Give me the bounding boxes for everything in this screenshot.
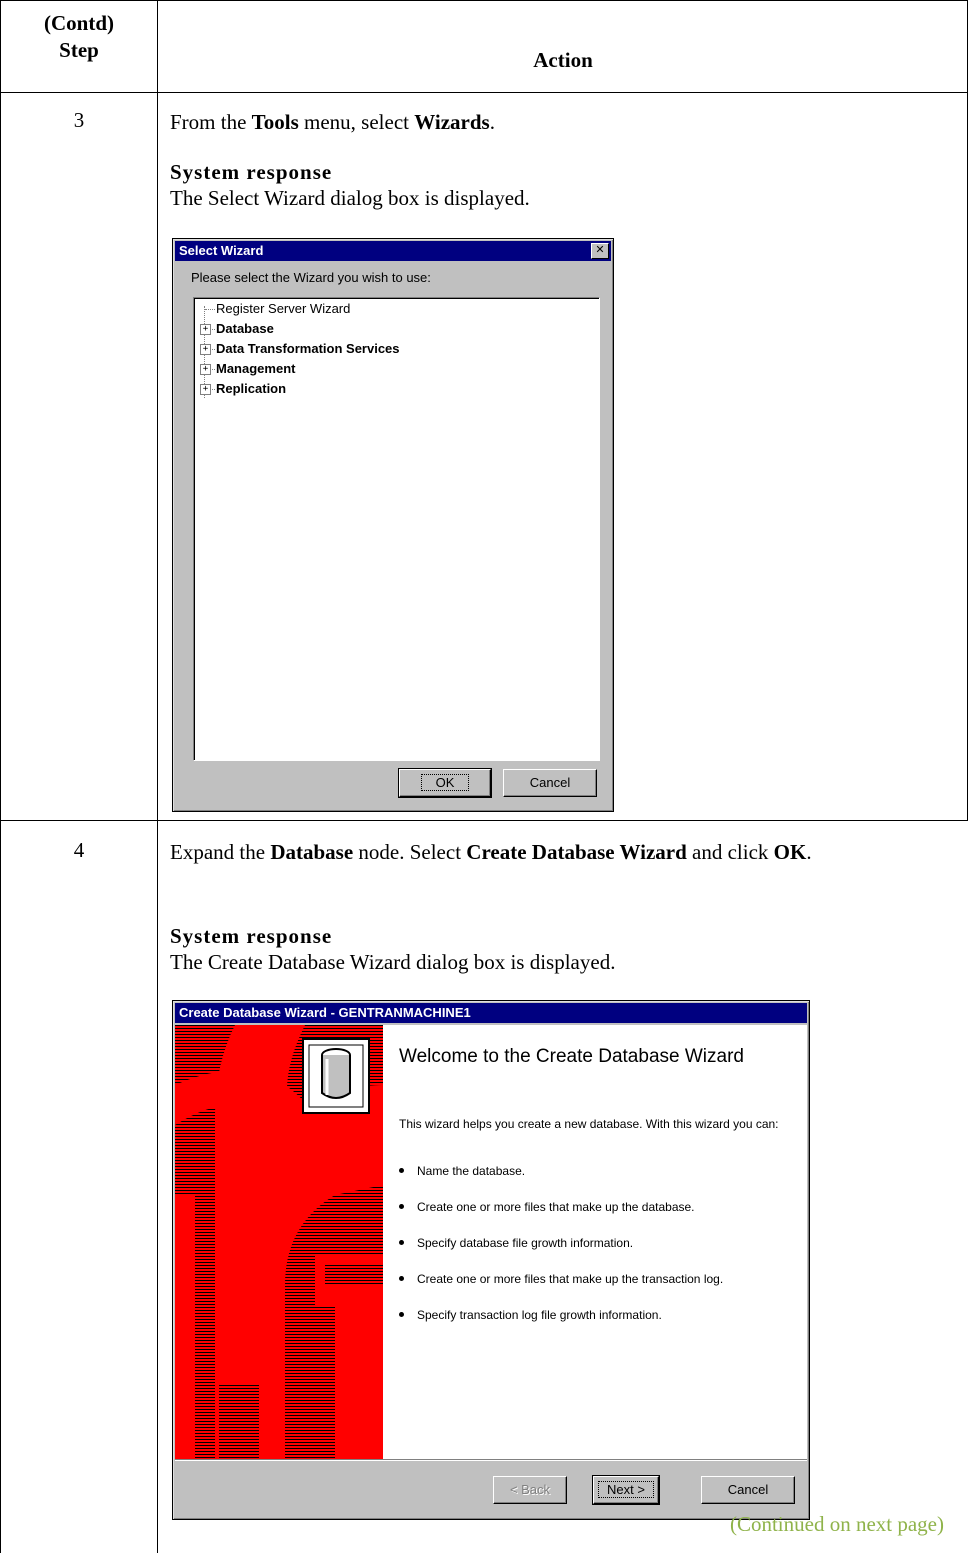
close-icon[interactable]: ✕ xyxy=(591,243,609,259)
system-response-heading: System response xyxy=(170,924,333,948)
step-column-header: (Contd) Step xyxy=(0,10,158,80)
step-number: 3 xyxy=(73,108,85,132)
bullet-icon xyxy=(399,1240,404,1245)
tree-item-label: Data Transformation Services xyxy=(216,341,400,356)
dialog-title: Select Wizard xyxy=(179,243,264,258)
dialog-prompt: Please select the Wizard you wish to use… xyxy=(191,270,431,285)
select-wizard-dialog: Select Wizard ✕ Please select the Wizard… xyxy=(172,238,614,812)
continued-note: (Continued on next page) xyxy=(729,1512,944,1536)
bullet-icon xyxy=(399,1168,404,1173)
tree-branch-line xyxy=(205,309,215,310)
list-item: Name the database. xyxy=(399,1163,525,1178)
system-response-text: The Create Database Wizard dialog box is… xyxy=(170,950,616,974)
dialog-titlebar: Select Wizard ✕ xyxy=(175,241,611,261)
step-header-line2: Step xyxy=(59,38,99,62)
back-button[interactable]: < Back xyxy=(493,1476,567,1504)
wizard-content: Welcome to the Create Database Wizard Th… xyxy=(383,1025,807,1459)
step-instruction: Expand the Database node. Select Create … xyxy=(170,840,812,864)
wizard-artwork xyxy=(175,1025,383,1459)
wizard-button-bar: < Back Next > Cancel xyxy=(175,1459,807,1518)
tree-item-label: Management xyxy=(216,361,296,376)
step-instruction: From the Tools menu, select Wizards. xyxy=(170,110,495,134)
tree-item-label: Register Server Wizard xyxy=(216,301,351,316)
expand-icon[interactable]: + xyxy=(200,384,211,395)
table-border-top xyxy=(0,0,968,1)
tree-item-label: Database xyxy=(216,321,274,336)
ok-button-label: OK xyxy=(420,774,470,791)
wizard-heading: Welcome to the Create Database Wizard xyxy=(399,1046,744,1067)
table-border-left-2 xyxy=(0,820,1,1553)
step-number: 4 xyxy=(73,838,85,862)
cancel-button[interactable]: Cancel xyxy=(701,1476,795,1504)
expand-icon[interactable]: + xyxy=(200,364,211,375)
wizard-tree[interactable]: Register Server Wizard + Database + Data… xyxy=(193,297,600,761)
bullet-icon xyxy=(399,1312,404,1317)
procedure-table: (Contd) Step Action 3 From the Tools men… xyxy=(0,0,968,1553)
next-button-label: Next > xyxy=(598,1481,654,1498)
wizard-intro: This wizard helps you create a new datab… xyxy=(399,1117,779,1131)
row-divider xyxy=(0,820,968,821)
system-response-text: The Select Wizard dialog box is displaye… xyxy=(170,186,530,210)
cancel-button[interactable]: Cancel xyxy=(503,769,597,797)
tree-item-label: Replication xyxy=(216,381,287,396)
step-header-line1: (Contd) xyxy=(43,11,114,35)
bullet-icon xyxy=(399,1276,404,1281)
system-response-heading: System response xyxy=(170,160,333,184)
list-item: Specify database file growth information… xyxy=(399,1235,633,1250)
header-bottom-rule xyxy=(0,92,968,93)
action-column-header: Action xyxy=(533,48,593,72)
expand-icon[interactable]: + xyxy=(200,324,211,335)
titlebar-extension xyxy=(599,1003,807,1023)
bullet-icon xyxy=(399,1204,404,1209)
ok-button[interactable]: OK xyxy=(398,768,492,798)
database-icon xyxy=(302,1038,370,1114)
expand-icon[interactable]: + xyxy=(200,344,211,355)
list-item: Create one or more files that make up th… xyxy=(399,1271,723,1286)
list-item: Specify transaction log file growth info… xyxy=(399,1307,662,1322)
next-button[interactable]: Next > xyxy=(592,1475,660,1505)
wizard-art-image xyxy=(175,1025,383,1459)
column-divider xyxy=(157,0,158,1553)
create-database-wizard-dialog: Create Database Wizard - GENTRANMACHINE1 xyxy=(172,1000,810,1520)
dialog-titlebar: Create Database Wizard - GENTRANMACHINE1 xyxy=(175,1003,599,1023)
dialog-title: Create Database Wizard - GENTRANMACHINE1 xyxy=(179,1005,471,1020)
list-item: Create one or more files that make up th… xyxy=(399,1199,695,1214)
